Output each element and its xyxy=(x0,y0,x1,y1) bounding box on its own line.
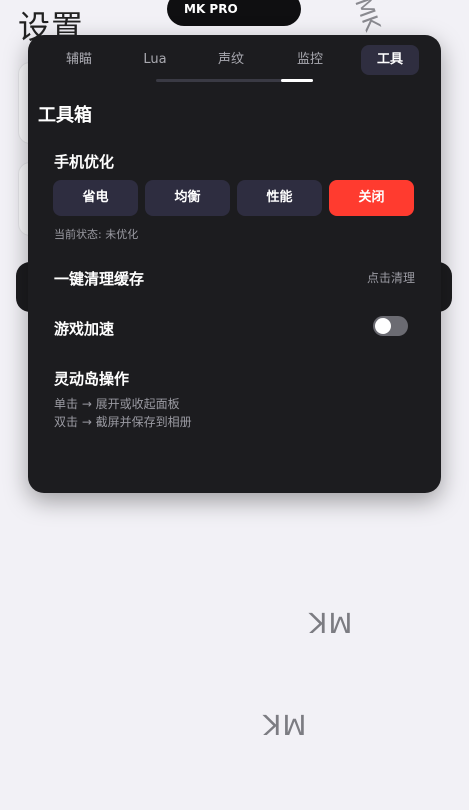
watermark-text: MK xyxy=(308,606,353,639)
dynamic-island-label: 灵动岛操作 xyxy=(54,370,130,388)
tab-voiceprint[interactable]: 声纹 xyxy=(202,45,260,75)
tab-scroll-indicator xyxy=(281,79,313,82)
dynamic-island-pill[interactable]: MK PRO xyxy=(167,0,301,26)
clear-cache-button[interactable]: 点击清理 xyxy=(367,269,415,286)
pill-label: MK PRO xyxy=(184,2,238,16)
performance-button[interactable]: 性能 xyxy=(237,180,322,216)
tab-bar: 辅瞄 Lua 声纹 监控 工具 xyxy=(28,45,441,75)
tab-aim[interactable]: 辅瞄 xyxy=(50,45,108,75)
balanced-button[interactable]: 均衡 xyxy=(145,180,230,216)
watermark-text: MK xyxy=(349,0,385,35)
island-double-tap-hint: 双击 → 截屏并保存到相册 xyxy=(54,415,192,429)
off-button[interactable]: 关闭 xyxy=(329,180,414,216)
power-save-button[interactable]: 省电 xyxy=(53,180,138,216)
tool-panel: 辅瞄 Lua 声纹 监控 工具 工具箱 手机优化 省电 均衡 性能 关闭 当前状… xyxy=(28,35,441,493)
island-tap-hint: 单击 → 展开或收起面板 xyxy=(54,397,180,411)
game-boost-label: 游戏加速 xyxy=(54,320,115,338)
toggle-knob xyxy=(375,318,391,334)
section-title: 工具箱 xyxy=(38,105,92,126)
tab-lua[interactable]: Lua xyxy=(126,45,184,75)
game-boost-toggle[interactable] xyxy=(373,316,408,336)
tab-tools[interactable]: 工具 xyxy=(361,45,419,75)
watermark-text: MK xyxy=(262,708,307,741)
optimization-status: 当前状态: 未优化 xyxy=(54,228,139,241)
phone-optimization-label: 手机优化 xyxy=(54,153,115,171)
clear-cache-label: 一键清理缓存 xyxy=(54,270,145,288)
tab-monitor[interactable]: 监控 xyxy=(281,45,339,75)
